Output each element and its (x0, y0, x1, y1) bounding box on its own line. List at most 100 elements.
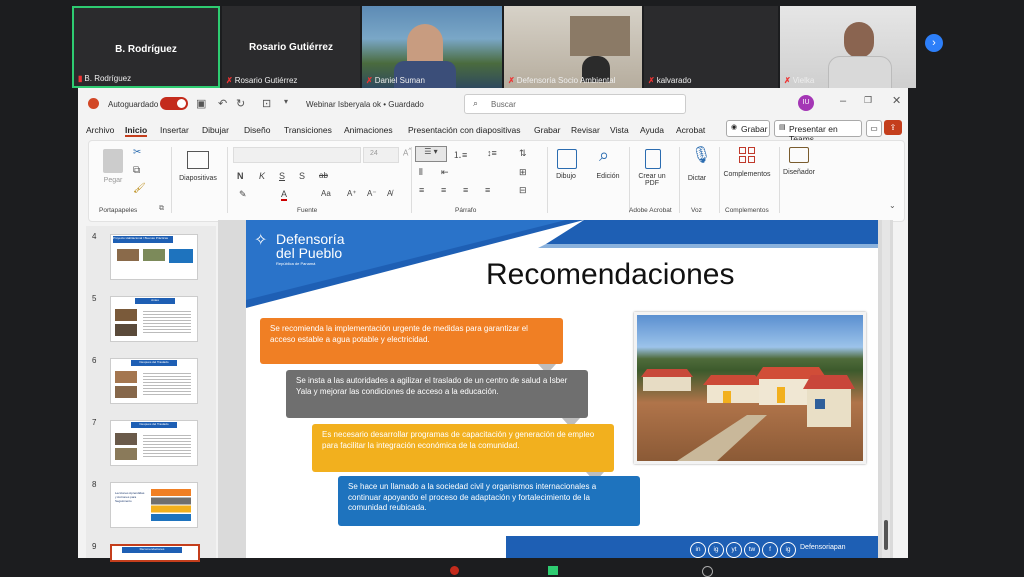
tab-inicio[interactable]: Inicio (125, 125, 148, 137)
share-button[interactable]: ⇪ (884, 120, 902, 135)
customize-icon[interactable]: ▾ (284, 97, 288, 106)
participant-tile-kalvarado[interactable]: ✗ kalvarado (644, 6, 778, 88)
slide-thumbnail-4[interactable]: Proyecto Habitacional / Buenas Prácticas (110, 234, 198, 280)
ribbon-tabs: Archivo Inicio Insertar Dibujar Diseño T… (78, 118, 908, 144)
align-left-icon[interactable]: ≡ (419, 185, 424, 195)
slides-label[interactable]: Diapositivas (175, 175, 221, 182)
ribbon-home: Pegar ✂ ⧉ 🖌 Portapapeles ⧉ Diapositivas … (88, 140, 905, 222)
next-participants-button[interactable]: › (925, 34, 943, 52)
present-icon[interactable]: ⊡ (262, 97, 271, 110)
align-right-icon[interactable]: ≡ (463, 185, 468, 195)
close-icon[interactable]: ✕ (892, 94, 901, 107)
record-button[interactable]: ◉ Grabar (726, 120, 770, 137)
text-direction-icon[interactable]: ⇅ (519, 148, 527, 159)
avatar[interactable]: IU (798, 95, 814, 111)
font-size-up-icon[interactable]: A⁺ (347, 189, 357, 198)
paste-label[interactable]: Pegar (99, 177, 127, 184)
restore-icon[interactable]: ❐ (864, 95, 872, 106)
collapse-ribbon-icon[interactable]: ⌄ (889, 201, 896, 210)
autosave-toggle[interactable] (160, 97, 188, 110)
slide-thumbnail-9-selected[interactable]: Recomendaciones (110, 544, 200, 562)
participant-tile-defensoria[interactable]: ✗ Defensoría Socio Ambiental (504, 6, 642, 88)
line-spacing-icon[interactable]: ↕≡ (487, 148, 497, 158)
tab-ayuda[interactable]: Ayuda (640, 125, 664, 135)
participant-tile-b-rodriguez[interactable]: B. Rodríguez ▮ B. Rodríguez (72, 6, 220, 88)
new-slide-icon[interactable] (187, 151, 209, 169)
format-painter-icon[interactable]: 🖌 (133, 183, 146, 194)
designer-label[interactable]: Diseñador (781, 169, 817, 176)
copy-icon[interactable]: ⧉ (133, 165, 140, 176)
search-placeholder: Buscar (491, 100, 516, 109)
vertical-scrollbar[interactable] (882, 220, 890, 558)
taskbar-icon[interactable] (548, 566, 558, 575)
redo-icon[interactable]: ↻ (236, 97, 245, 110)
tab-grabar[interactable]: Grabar (534, 125, 560, 135)
taskbar-icon[interactable] (450, 566, 459, 575)
create-pdf-icon[interactable] (645, 149, 661, 169)
font-size-dropdown[interactable]: 24 (363, 147, 399, 163)
tab-revisar[interactable]: Revisar (571, 125, 600, 135)
numbering-icon[interactable]: ⒈≡ (453, 148, 467, 161)
tab-acrobat[interactable]: Acrobat (676, 125, 705, 135)
edit-label[interactable]: Edición (591, 173, 625, 180)
tab-animaciones[interactable]: Animaciones (344, 125, 393, 135)
search-box[interactable]: ⌕ Buscar (464, 94, 686, 114)
dictate-label[interactable]: Dictar (681, 175, 713, 182)
paste-icon[interactable] (103, 149, 123, 173)
microphone-icon[interactable]: 🎙 (691, 145, 711, 165)
shadow-icon[interactable]: S (299, 171, 305, 181)
scrollbar-thumb[interactable] (884, 520, 888, 550)
present-in-teams-button[interactable]: ▤ Presentar en Teams (774, 120, 862, 144)
document-title[interactable]: Webinar Isberyala ok • Guardado (306, 100, 424, 109)
justify-icon[interactable]: ≡ (485, 185, 490, 195)
highlight-icon[interactable]: ✎ (239, 189, 247, 200)
tab-presentacion[interactable]: Presentación con diapositivas (408, 125, 520, 135)
participant-tile-rosario[interactable]: Rosario Gutiérrez ✗ Rosario Gutiérrez (222, 6, 360, 88)
dialog-launcher-icon[interactable]: ⧉ (159, 205, 164, 213)
slide-thumbnail-5[interactable]: Antes (110, 296, 198, 342)
align-text-icon[interactable]: ⊞ (519, 167, 527, 178)
smartart-icon[interactable]: ⊟ (519, 185, 527, 196)
slide-thumbnail-6[interactable]: Después del Traslado (110, 358, 198, 404)
undo-icon[interactable]: ↶ (218, 97, 227, 110)
font-size-down-icon[interactable]: A⁻ (367, 189, 377, 198)
draw-icon[interactable] (557, 149, 577, 169)
tab-insertar[interactable]: Insertar (160, 125, 189, 135)
recommendation-box-4: Se hace un llamado a la sociedad civil y… (338, 476, 640, 526)
slide-thumbnail-8[interactable]: Lecciones Aprendidas y Acciones para Seg… (110, 482, 198, 528)
tab-transiciones[interactable]: Transiciones (284, 125, 332, 135)
indent-icon[interactable]: ⇤ (441, 167, 449, 178)
participant-tile-daniel[interactable]: ✗ Daniel Suman (362, 6, 502, 88)
slide-recomendaciones[interactable]: ✧ Defensoría del Pueblo República de Pan… (246, 220, 878, 558)
strikethrough-icon[interactable]: ab (319, 171, 328, 180)
font-color-icon[interactable]: A (281, 189, 288, 201)
tab-vista[interactable]: Vista (610, 125, 629, 135)
draw-label[interactable]: Dibujo (549, 173, 583, 180)
cut-icon[interactable]: ✂ (133, 147, 141, 158)
create-pdf-label[interactable]: Crear un PDF (635, 173, 669, 187)
minimize-icon[interactable]: – (840, 95, 846, 107)
designer-icon[interactable] (789, 147, 809, 163)
bullets-button[interactable]: ☰ ▾ (415, 146, 447, 162)
thumbnail-title: Después del Traslado (131, 360, 177, 366)
addins-icon[interactable] (739, 147, 755, 163)
align-center-icon[interactable]: ≡ (441, 185, 446, 195)
comments-button[interactable]: ▭ (866, 120, 882, 137)
addins-label[interactable]: Complementos (721, 171, 773, 178)
participant-tile-vielka[interactable]: ✗ Vielka (780, 6, 916, 90)
tab-archivo[interactable]: Archivo (86, 125, 114, 135)
clear-format-icon[interactable]: A̸ (387, 189, 392, 198)
tab-dibujar[interactable]: Dibujar (202, 125, 229, 135)
group-addins-label: Complementos (725, 207, 769, 214)
underline-icon[interactable]: S (279, 171, 285, 181)
tab-diseno[interactable]: Diseño (244, 125, 270, 135)
slide-thumbnail-7[interactable]: Después del Traslado (110, 420, 198, 466)
font-name-dropdown[interactable] (233, 147, 361, 163)
taskbar-icon[interactable] (702, 566, 713, 577)
find-icon[interactable]: ⌕ (599, 145, 609, 166)
bold-icon[interactable]: N (237, 171, 244, 181)
change-case-icon[interactable]: Aa (321, 189, 331, 198)
columns-icon[interactable]: ⫴ (419, 167, 423, 178)
italic-icon[interactable]: K (259, 171, 265, 181)
save-icon[interactable]: ▣ (196, 97, 206, 110)
